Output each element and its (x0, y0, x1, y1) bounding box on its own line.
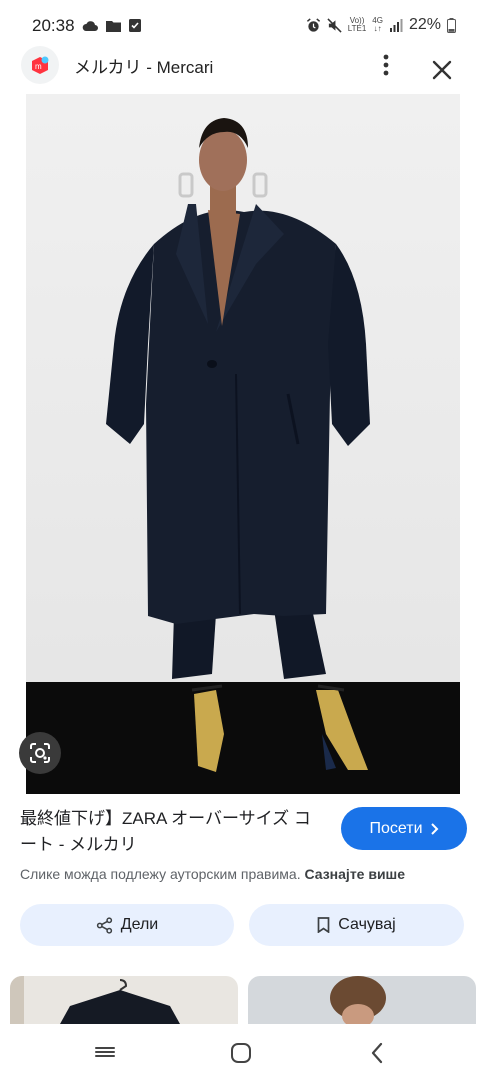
lens-icon (30, 743, 50, 763)
visit-button[interactable]: Посети (341, 807, 467, 850)
related-image-2[interactable] (248, 976, 476, 1024)
cloud-icon (82, 20, 98, 31)
hanger-coat-thumbnail (10, 976, 180, 1024)
home-icon[interactable] (230, 1042, 252, 1064)
related-image-1[interactable] (10, 976, 238, 1024)
result-title[interactable]: 最終値下げ】ZARA オーバーサイズ コート - メルカリ (20, 806, 320, 858)
copyright-notice: Слике можда подлежу ауторским правима. С… (20, 866, 405, 882)
visit-label: Посети (369, 819, 423, 837)
custom-tab-toolbar: m メルカリ - Mercari (0, 42, 486, 92)
volte-indicator: Vo)) LTE1 (348, 17, 367, 33)
share-icon (96, 916, 112, 934)
svg-text:m: m (35, 62, 42, 71)
fur-hat-thumbnail (330, 976, 386, 1024)
recents-icon[interactable] (94, 1044, 116, 1060)
save-label: Сачувај (338, 916, 396, 933)
result-image[interactable] (26, 94, 460, 794)
folder-icon (106, 20, 121, 32)
close-icon[interactable] (430, 58, 454, 82)
google-lens-button[interactable] (19, 732, 61, 774)
share-button[interactable]: Дели (20, 904, 234, 946)
bookmark-icon (317, 917, 330, 933)
status-time: 20:38 (32, 16, 75, 35)
system-navigation-bar (0, 1024, 486, 1080)
checkbox-icon (129, 19, 141, 32)
data-arrows-icon: ↓↑ (373, 24, 382, 33)
model-in-coat-illustration (26, 94, 460, 794)
network-indicator: 4G ↓↑ (372, 17, 383, 33)
status-system-icons: Vo)) LTE1 4G ↓↑ 22% (306, 16, 456, 34)
more-vert-icon[interactable] (378, 52, 394, 78)
mute-icon (327, 17, 342, 33)
page-title: メルカリ - Mercari (74, 58, 214, 77)
back-icon[interactable] (370, 1042, 384, 1064)
battery-percent: 22% (408, 16, 441, 33)
signal-icon (389, 19, 403, 32)
mercari-logo-icon: m (21, 46, 59, 84)
battery-icon (447, 17, 456, 33)
status-notification-icons (82, 19, 141, 32)
chevron-right-icon (430, 822, 438, 835)
copyright-text: Слике можда подлежу ауторским правима. (20, 866, 301, 882)
lte-label: LTE1 (347, 24, 367, 33)
learn-more-link[interactable]: Сазнајте више (304, 866, 405, 882)
alarm-icon (306, 17, 320, 32)
save-button[interactable]: Сачувај (249, 904, 464, 946)
share-label: Дели (120, 916, 159, 933)
